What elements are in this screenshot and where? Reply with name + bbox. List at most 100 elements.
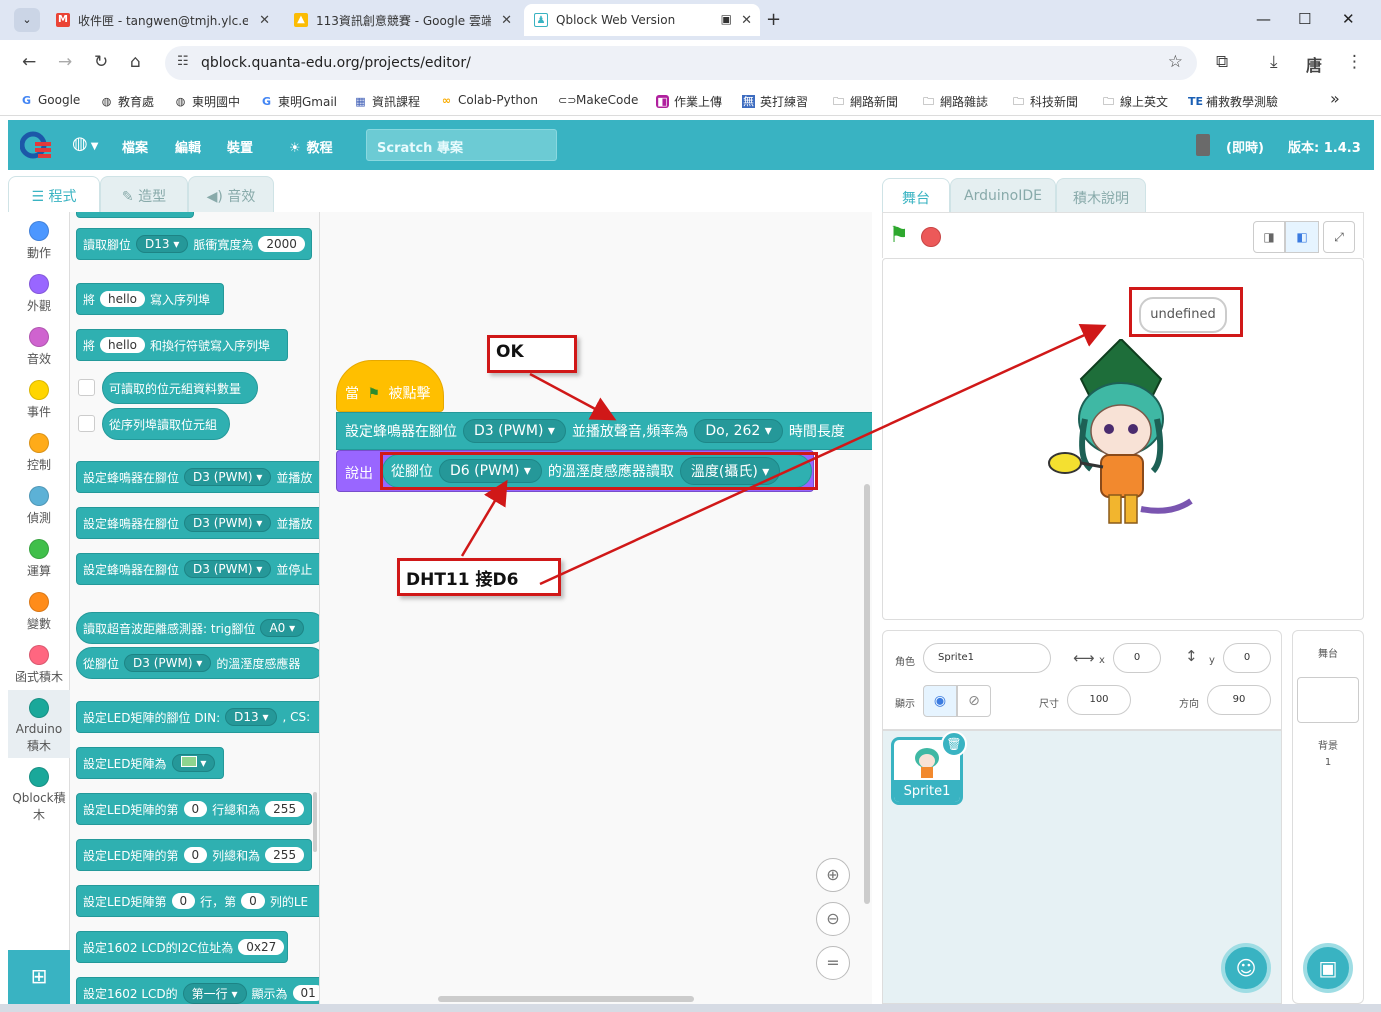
palette-scrollbar[interactable] (313, 792, 317, 852)
reload-icon[interactable]: ↻ (94, 52, 108, 72)
sprite-character[interactable] (1041, 339, 1201, 539)
palette-block-buzzer-stop[interactable]: 設定蜂鳴器在腳位 D3 (PWM) ▾ 並停止 (76, 553, 319, 585)
category-sensing[interactable]: 偵測 (8, 486, 70, 526)
bookmarks-more[interactable]: » (1330, 89, 1340, 108)
line-dropdown[interactable]: 第一行 ▾ (182, 982, 247, 1004)
address-bar[interactable]: ☷ qblock.quanta-edu.org/projects/editor/… (165, 46, 1197, 80)
category-qblock[interactable]: Qblock積木 (8, 767, 70, 824)
tab-sounds[interactable]: ◀) 音效 (188, 176, 274, 212)
show-visible-button[interactable]: ◉ (923, 685, 957, 717)
sprite-name-input[interactable]: Sprite1 (923, 643, 1051, 673)
buzzer-pin-dropdown[interactable]: D3 (PWM) ▾ (463, 419, 566, 443)
profile-avatar[interactable]: 唐 (1306, 52, 1322, 76)
language-menu[interactable]: ◍ ▼ (72, 133, 98, 154)
x-input[interactable]: 0 (1113, 643, 1161, 673)
maximize-icon[interactable]: ☐ (1298, 10, 1311, 28)
direction-input[interactable]: 90 (1207, 685, 1271, 715)
tab-search-button[interactable]: ⌄ (14, 8, 40, 32)
palette-block-buzzer-play-2[interactable]: 設定蜂鳴器在腳位 D3 (PWM) ▾ 並播放 (76, 507, 319, 539)
qblock-logo[interactable] (19, 130, 52, 160)
bookmark-typing[interactable]: 無英打練習 (742, 93, 808, 110)
menu-file[interactable]: 檔案 (122, 137, 148, 156)
pin-dropdown[interactable]: D3 (PWM) ▾ (184, 514, 272, 532)
value-input[interactable]: 2000 (258, 236, 305, 252)
matrix-pattern-dropdown[interactable]: ▾ (171, 754, 216, 772)
category-events[interactable]: 事件 (8, 380, 70, 420)
category-motion[interactable]: 動作 (8, 221, 70, 261)
stop-icon[interactable] (921, 227, 941, 247)
download-icon[interactable]: ⤓ (1270, 52, 1278, 72)
menu-icon[interactable]: ⋮ (1346, 52, 1363, 72)
bookmark-remedial[interactable]: TE 補救教學測驗 (1188, 93, 1278, 110)
pin-dropdown[interactable]: A0 ▾ (260, 619, 305, 637)
tab-block-help[interactable]: 積木說明 (1056, 178, 1146, 212)
bookmark-star-icon[interactable]: ☆ (1168, 52, 1183, 72)
site-info-icon[interactable]: ☷ (177, 54, 189, 69)
address-input[interactable]: 0x27 (238, 939, 285, 955)
buzzer-play-block[interactable]: 設定蜂鳴器在腳位 D3 (PWM) ▾ 並播放聲音,頻率為 Do, 262 ▾ … (336, 412, 872, 450)
browser-tab-drive[interactable]: ▲ 113資訊創意競賽 - Google 雲端 ✕ (284, 4, 520, 36)
zoom-in-button[interactable]: ⊕ (816, 858, 850, 892)
palette-block-buzzer-play[interactable]: 設定蜂鳴器在腳位 D3 (PWM) ▾ 並播放 (76, 461, 319, 493)
category-sound[interactable]: 音效 (8, 327, 70, 367)
mode-indicator[interactable]: (即時) (1226, 137, 1264, 156)
menu-tutorial[interactable]: ☀ 教程 (289, 137, 333, 156)
note-dropdown[interactable]: Do, 262 ▾ (694, 419, 783, 443)
bookmark-course[interactable]: ▦ 資訊課程 (354, 93, 420, 110)
pin-dropdown[interactable]: D3 (PWM) ▾ (184, 468, 272, 486)
menu-edit[interactable]: 編輯 (175, 137, 201, 156)
backdrop-thumbnail[interactable] (1297, 677, 1359, 723)
monitor-checkbox[interactable] (78, 415, 95, 432)
close-icon[interactable]: ✕ (501, 13, 512, 28)
delete-sprite-icon[interactable]: 🗑 (941, 731, 967, 757)
palette-block-led-matrix-pins[interactable]: 設定LED矩陣的腳位 DIN: D13 ▾, CS: (76, 701, 319, 733)
back-icon[interactable]: ← (22, 52, 36, 72)
large-stage-icon[interactable]: ◧ (1285, 221, 1319, 253)
category-my-blocks[interactable]: 函式積木 (8, 645, 70, 685)
y-input[interactable]: 0 (1223, 643, 1271, 673)
category-looks[interactable]: 外觀 (8, 274, 70, 314)
browser-tab-gmail[interactable]: M 收件匣 - tangwen@tmjh.ylc.ec ✕ (46, 4, 278, 36)
small-stage-icon[interactable]: ◨ (1253, 221, 1285, 253)
close-icon[interactable]: ✕ (741, 13, 752, 28)
window-close-icon[interactable]: ✕ (1342, 10, 1355, 28)
category-operators[interactable]: 運算 (8, 539, 70, 579)
browser-tab-qblock[interactable]: ♟ Qblock Web Version ▣ ✕ (524, 4, 760, 36)
bookmark-news[interactable]: 🗀 網路新聞 (832, 93, 898, 110)
extensions-icon[interactable]: ⧉ (1216, 52, 1228, 72)
number-input[interactable]: 0 (183, 847, 208, 863)
palette-block-serial-write[interactable]: 將 hello 寫入序列埠 (76, 283, 224, 315)
palette-block-ultrasonic[interactable]: 讀取超音波距離感測器: trig腳位 A0 ▾ (76, 612, 319, 644)
workspace-horizontal-scrollbar[interactable] (438, 996, 694, 1002)
bookmark-school[interactable]: ◍ 東明國中 (174, 93, 240, 110)
tab-code[interactable]: ☰ 程式 (8, 176, 100, 212)
number-input[interactable]: 0 (241, 893, 265, 909)
close-icon[interactable]: ✕ (259, 13, 270, 28)
pin-dropdown[interactable]: D13 ▾ (136, 235, 189, 253)
tab-arduino-ide[interactable]: ArduinoIDE (950, 178, 1056, 212)
bookmark-makecode[interactable]: ⊂⊃ MakeCode (558, 93, 638, 107)
category-control[interactable]: 控制 (8, 433, 70, 473)
minimize-icon[interactable]: — (1256, 10, 1271, 28)
tab-organize-icon[interactable]: ▣ (721, 12, 732, 26)
zoom-out-button[interactable]: ⊖ (816, 902, 850, 936)
usb-connection-icon[interactable] (1196, 134, 1210, 156)
palette-block-led-pixel[interactable]: 設定LED矩陣第 0 行，第 0 列的LE (76, 885, 319, 917)
tab-stage[interactable]: 舞台 (882, 178, 950, 212)
bookmark-homework[interactable]: ◧ 作業上傳 (656, 93, 722, 110)
bookmark-google[interactable]: G Google (20, 93, 80, 107)
project-name-input[interactable]: Scratch 專案 (366, 129, 557, 161)
text-input[interactable]: hello (100, 291, 146, 307)
add-extension-button[interactable]: ⊞ (8, 950, 70, 1004)
script-workspace[interactable]: 當 ⚑ 被點擊 設定蜂鳴器在腳位 D3 (PWM) ▾ 並播放聲音,頻率為 Do… (320, 212, 872, 1004)
bookmark-magazine[interactable]: 🗀 網路雜誌 (922, 93, 988, 110)
when-flag-clicked-hat[interactable]: 當 ⚑ 被點擊 (336, 360, 444, 412)
palette-block-dht[interactable]: 從腳位 D3 (PWM) ▾ 的溫溼度感應器 (76, 647, 319, 679)
zoom-reset-button[interactable]: = (816, 946, 850, 980)
category-arduino[interactable]: Arduino積木 (8, 698, 70, 755)
palette-block-serial-read[interactable]: 從序列埠讀取位元組 (102, 408, 230, 440)
green-flag-icon[interactable]: ⚑ (889, 223, 909, 248)
stage-canvas[interactable]: undefined (882, 258, 1364, 620)
number-input[interactable]: 0 (171, 893, 196, 909)
size-input[interactable]: 100 (1067, 685, 1131, 715)
